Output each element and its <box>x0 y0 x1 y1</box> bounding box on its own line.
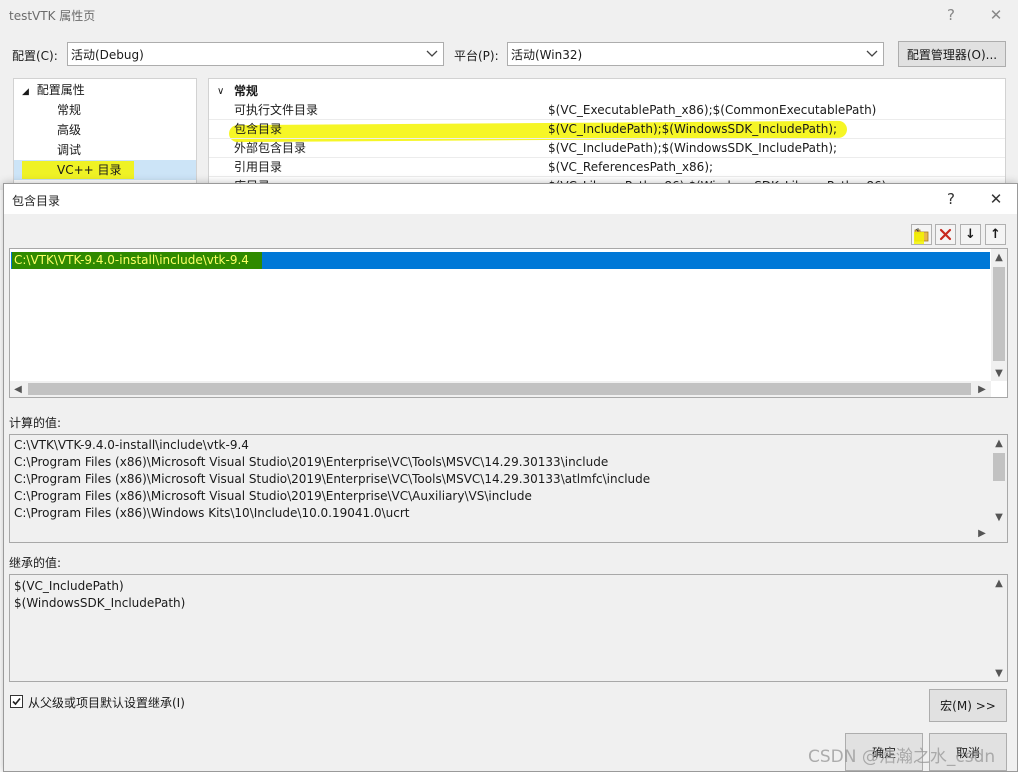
grid-row-value: $(VC_IncludePath);$(WindowsSDK_IncludePa… <box>548 141 838 155</box>
tree-item-vc-directories[interactable]: VC++ 目录 <box>57 160 122 180</box>
inherited-value-line: $(WindowsSDK_IncludePath) <box>14 596 186 610</box>
move-down-button[interactable]: ↓ <box>960 224 981 245</box>
scroll-down-icon[interactable]: ▼ <box>991 665 1007 681</box>
computed-value-line: C:\Program Files (x86)\Windows Kits\10\I… <box>14 506 410 520</box>
dialog-help-button[interactable]: ? <box>936 186 966 212</box>
config-combo[interactable]: 活动(Debug) <box>67 42 444 66</box>
inherit-checkbox[interactable] <box>10 695 23 708</box>
inherit-checkbox-label[interactable]: 从父级或项目默认设置继承(I) <box>28 694 185 711</box>
entry-text[interactable]: C:\VTK\VTK-9.4.0-install\include\vtk-9.4 <box>14 252 249 269</box>
computed-value-line: C:\Program Files (x86)\Microsoft Visual … <box>14 489 532 503</box>
scroll-right-icon[interactable]: ▶ <box>974 381 990 397</box>
vertical-scrollbar[interactable]: ▲ ▼ <box>991 249 1007 381</box>
inherited-value-line: $(VC_IncludePath) <box>14 579 124 593</box>
scroll-down-icon[interactable]: ▼ <box>991 509 1007 525</box>
tree-root[interactable]: ◢ 配置属性 <box>22 80 85 100</box>
tree-item-debugging[interactable]: 调试 <box>57 140 81 160</box>
move-up-button[interactable]: ↑ <box>985 224 1006 245</box>
grid-section-header[interactable]: ∨ 常规 <box>209 82 1005 101</box>
tree-root-label: 配置属性 <box>36 83 85 97</box>
delete-line-button[interactable] <box>935 224 956 245</box>
horizontal-scrollbar[interactable]: ◀ ▶ <box>10 381 991 397</box>
delete-icon <box>939 228 952 241</box>
chevron-down-icon <box>866 50 878 57</box>
grid-row[interactable]: 可执行文件目录 $(VC_ExecutablePath_x86);$(Commo… <box>209 101 1005 120</box>
vertical-scrollbar[interactable]: ▲ ▼ <box>991 575 1007 681</box>
scroll-right-icon[interactable]: ▶ <box>974 525 990 541</box>
entries-list[interactable]: C:\VTK\VTK-9.4.0-install\include\vtk-9.4… <box>9 248 1008 398</box>
section-collapse-icon: ∨ <box>217 86 225 97</box>
help-button[interactable]: ? <box>936 2 966 28</box>
platform-value: 活动(Win32) <box>511 47 583 62</box>
platform-combo[interactable]: 活动(Win32) <box>507 42 884 66</box>
grid-section-title: 常规 <box>234 84 259 98</box>
grid-row-name: 可执行文件目录 <box>234 103 319 117</box>
tree-expand-icon: ◢ <box>22 87 29 97</box>
inherited-values-label: 继承的值: <box>9 556 62 570</box>
scroll-up-icon[interactable]: ▲ <box>991 575 1007 591</box>
scroll-up-icon[interactable]: ▲ <box>991 249 1007 265</box>
grid-row-value: $(VC_ExecutablePath_x86);$(CommonExecuta… <box>548 103 877 117</box>
tree-item-advanced[interactable]: 高级 <box>57 120 81 140</box>
dialog-titlebar: 包含目录 ? ✕ <box>4 184 1017 214</box>
scroll-thumb[interactable] <box>28 383 971 395</box>
horizontal-scrollbar[interactable]: ▶ <box>10 525 991 541</box>
property-tree: ◢ 配置属性 常规 高级 调试 VC++ 目录 <box>13 78 197 186</box>
scroll-thumb[interactable] <box>993 453 1005 481</box>
scroll-thumb[interactable] <box>993 267 1005 361</box>
scroll-up-icon[interactable]: ▲ <box>991 435 1007 451</box>
property-grid: ∨ 常规 可执行文件目录 $(VC_ExecutablePath_x86);$(… <box>208 78 1006 186</box>
property-page-window: testVTK 属性页 ? ✕ 配置(C): 活动(Debug) 平台(P): … <box>0 0 1018 190</box>
platform-label: 平台(P): <box>454 49 499 63</box>
grid-row[interactable]: 引用目录 $(VC_ReferencesPath_x86); <box>209 158 1005 177</box>
config-value: 活动(Debug) <box>71 47 144 62</box>
include-directories-dialog: 包含目录 ? ✕ ↓ ↑ C:\VTK\VTK-9.4.0-install\in… <box>3 183 1018 772</box>
chevron-down-icon <box>426 50 438 57</box>
grid-row-value: $(VC_IncludePath);$(WindowsSDK_IncludePa… <box>548 122 838 136</box>
inherited-values-panel: $(VC_IncludePath) $(WindowsSDK_IncludePa… <box>9 574 1008 682</box>
grid-row[interactable]: 包含目录 $(VC_IncludePath);$(WindowsSDK_Incl… <box>209 120 1005 139</box>
vertical-scrollbar[interactable]: ▲ ▼ <box>991 435 1007 525</box>
close-button[interactable]: ✕ <box>981 2 1011 28</box>
computed-value-line: C:\Program Files (x86)\Microsoft Visual … <box>14 472 651 486</box>
grid-row-value: $(VC_ReferencesPath_x86); <box>548 160 714 174</box>
computed-values-panel: C:\VTK\VTK-9.4.0-install\include\vtk-9.4… <box>9 434 1008 543</box>
computed-value-line: C:\Program Files (x86)\Microsoft Visual … <box>14 455 609 469</box>
grid-row-name: 包含目录 <box>234 122 283 136</box>
dialog-close-button[interactable]: ✕ <box>981 186 1011 212</box>
computed-value-line: C:\VTK\VTK-9.4.0-install\include\vtk-9.4 <box>14 438 249 452</box>
checkmark-icon <box>12 697 21 706</box>
config-label: 配置(C): <box>12 49 58 63</box>
config-manager-button[interactable]: 配置管理器(O)... <box>898 41 1006 67</box>
dialog-title: 包含目录 <box>12 194 61 208</box>
scroll-left-icon[interactable]: ◀ <box>10 381 26 397</box>
scroll-down-icon[interactable]: ▼ <box>991 365 1007 381</box>
grid-row-name: 引用目录 <box>234 160 283 174</box>
highlighter-mark <box>914 232 924 244</box>
macro-button[interactable]: 宏(M) >> <box>929 689 1007 722</box>
computed-values-label: 计算的值: <box>9 416 62 430</box>
tree-item-general[interactable]: 常规 <box>57 100 81 120</box>
watermark-text: CSDN @浩瀚之水_csdn <box>808 747 996 767</box>
grid-row-name: 外部包含目录 <box>234 141 307 155</box>
grid-row[interactable]: 外部包含目录 $(VC_IncludePath);$(WindowsSDK_In… <box>209 139 1005 158</box>
window-title: testVTK 属性页 <box>9 9 96 23</box>
